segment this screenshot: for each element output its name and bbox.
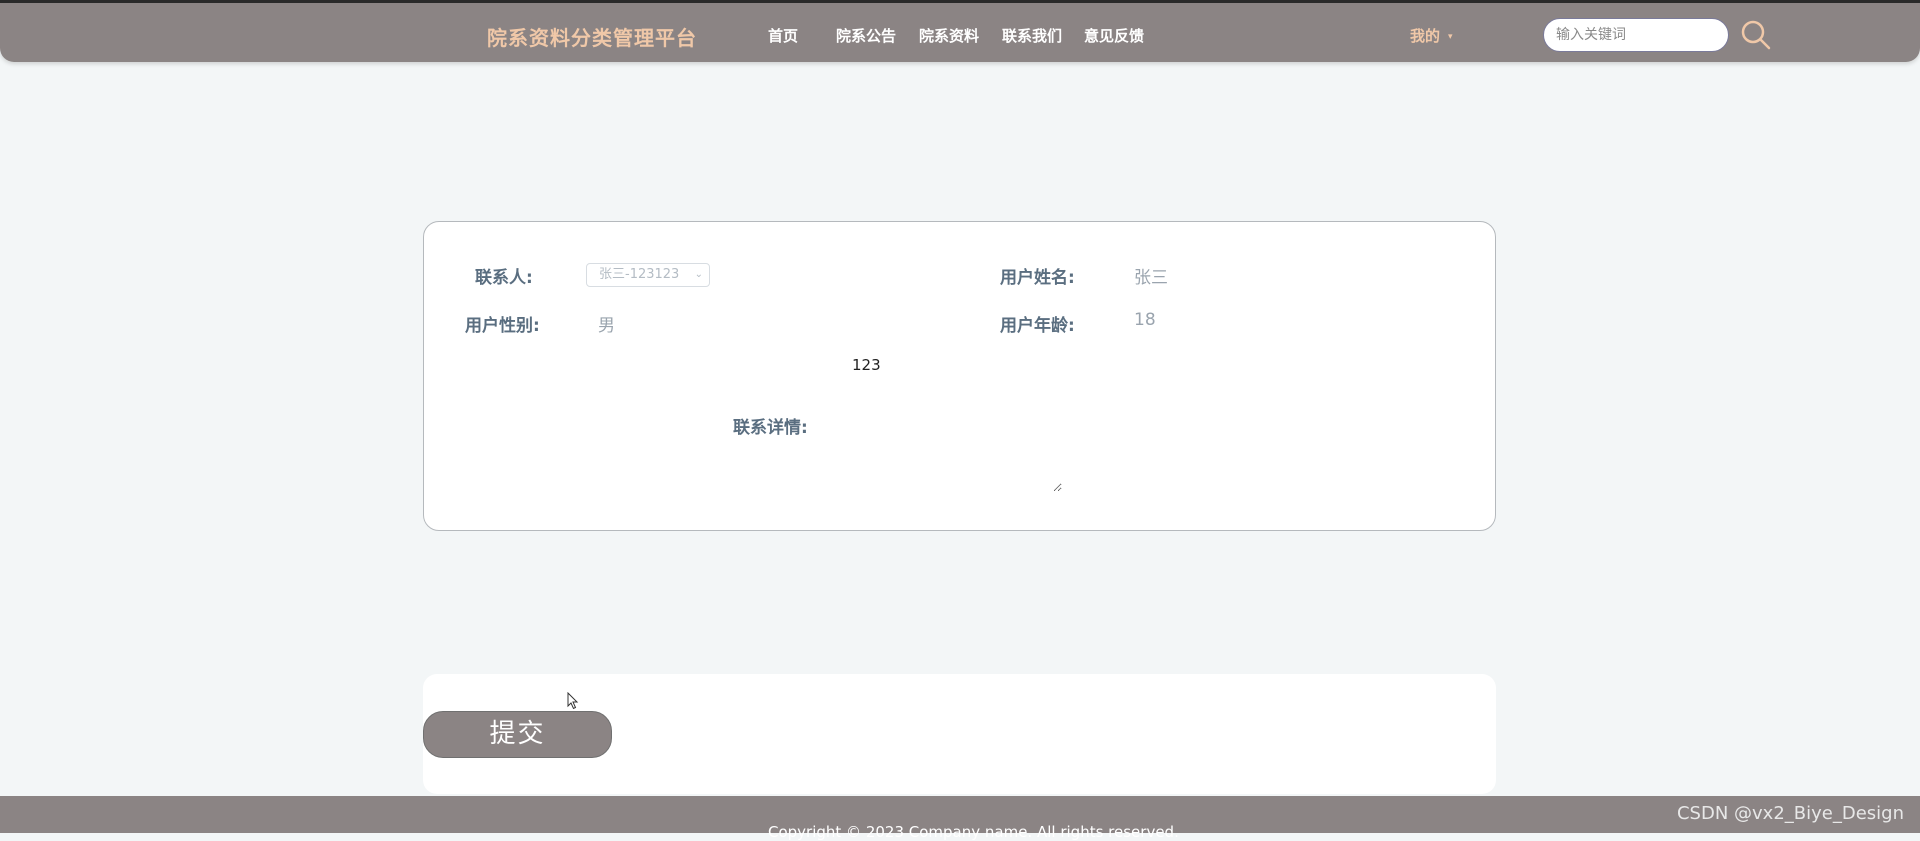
submit-button[interactable]: 提交 (423, 711, 612, 758)
nav-item-contact[interactable]: 联系我们 (1002, 25, 1062, 46)
search-input[interactable] (1543, 18, 1729, 52)
caret-down-icon: ▾ (1448, 31, 1453, 42)
gender-label: 用户性别: (465, 316, 540, 336)
age-value: 18 (1134, 310, 1156, 330)
username-label: 用户姓名: (1000, 268, 1075, 288)
csdn-watermark: CSDN @vx2_Biye_Design (1676, 803, 1904, 824)
gender-value: 男 (598, 316, 615, 336)
nav-item-materials[interactable]: 院系资料 (919, 25, 979, 46)
copyright-text: Copyright © 2023 Company name. All right… (768, 823, 1179, 841)
contact-select-value: 张三-123123 (599, 267, 680, 282)
footer: Copyright © 2023 Company name. All right… (0, 796, 1920, 841)
nav-item-home[interactable]: 首页 (768, 25, 798, 46)
contact-select[interactable]: 张三-123123 ⌄ (586, 263, 710, 287)
nav-item-feedback[interactable]: 意见反馈 (1084, 25, 1144, 46)
top-navbar: 院系资料分类管理平台 首页 院系公告 院系资料 联系我们 意见反馈 我的 ▾ (0, 0, 1920, 62)
mine-label: 我的 (1410, 27, 1441, 45)
contact-form-card: 联系人: 张三-123123 ⌄ 用户姓名: 张三 用户性别: 男 用户年龄: … (423, 221, 1496, 531)
mouse-cursor-icon (567, 692, 579, 710)
chevron-down-icon: ⌄ (694, 269, 703, 280)
nav-item-announcements[interactable]: 院系公告 (836, 25, 896, 46)
detail-label: 联系详情: (733, 418, 808, 438)
detail-textarea[interactable]: 123 (822, 348, 1062, 492)
site-brand[interactable]: 院系资料分类管理平台 (487, 22, 697, 51)
contact-label: 联系人: (475, 268, 533, 288)
age-label: 用户年龄: (1000, 316, 1075, 336)
search-icon[interactable] (1740, 19, 1772, 51)
username-value: 张三 (1134, 268, 1168, 288)
mine-dropdown[interactable]: 我的 ▾ (1410, 25, 1453, 46)
